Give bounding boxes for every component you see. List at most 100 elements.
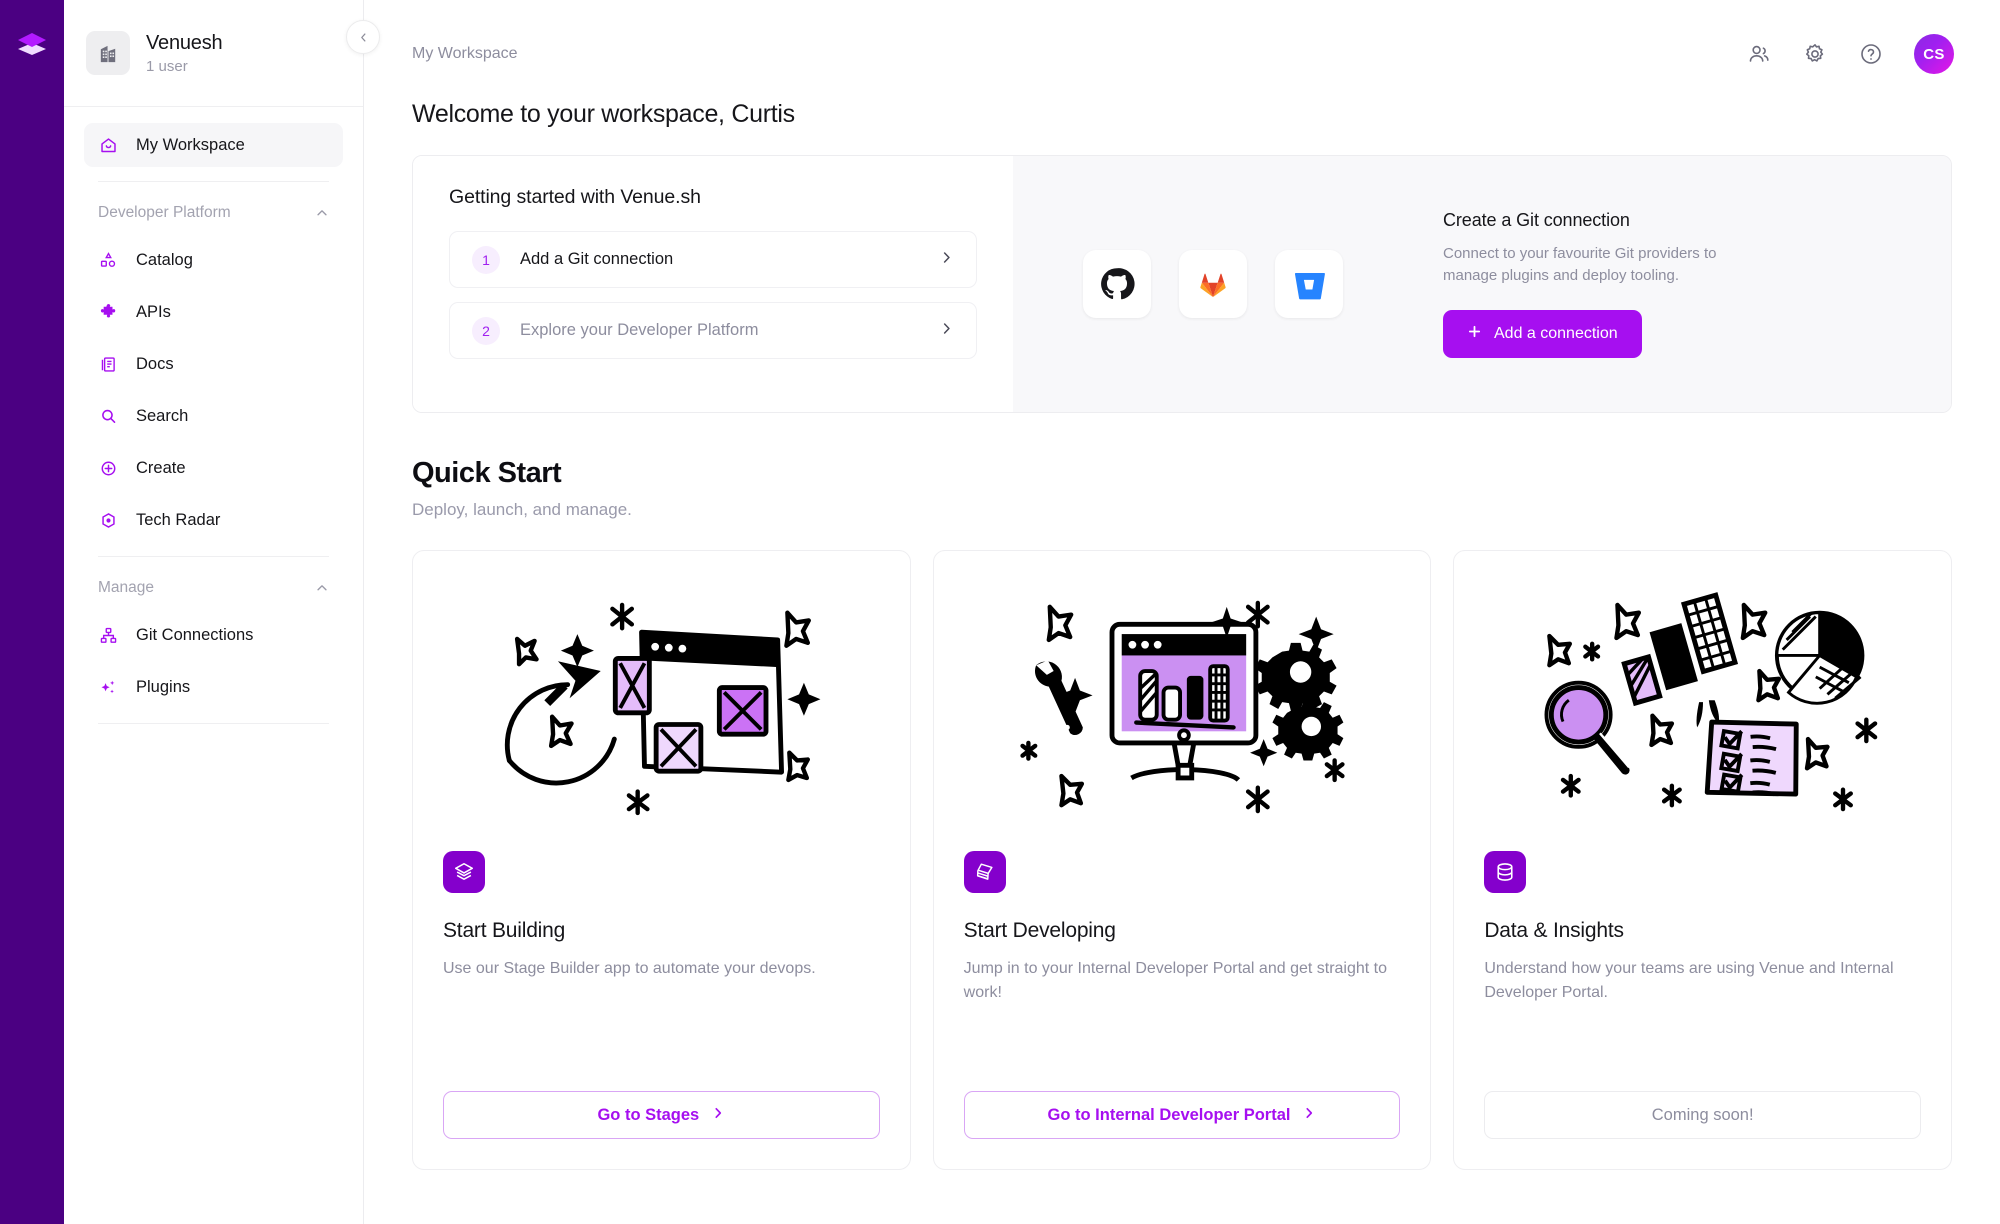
chevron-up-icon	[317, 585, 327, 591]
sparkles-plugins-icon	[98, 677, 118, 697]
quick-start-title: Quick Start	[412, 457, 562, 489]
nav-group-title: Manage	[98, 579, 155, 596]
chevron-right-icon	[939, 321, 954, 341]
sidebar-item-tech-radar[interactable]: Tech Radar	[84, 498, 343, 542]
card-body: Start Building Use our Stage Builder app…	[413, 851, 910, 1139]
card-body: Data & Insights Understand how your team…	[1454, 851, 1951, 1139]
nav-group-header[interactable]: Manage	[84, 571, 343, 605]
sidebar-item-label: Catalog	[136, 250, 193, 269]
coming-soon-button: Coming soon!	[1484, 1091, 1922, 1139]
browser-wireframe-illustration	[413, 551, 910, 851]
getting-started-panel: Getting started with Venue.sh 1 Add a Gi…	[412, 155, 1952, 413]
quick-start-card-start-developing: Start Developing Jump in to your Interna…	[932, 550, 1432, 1170]
app-root: Venuesh 1 user My Workspace Developer Pl…	[0, 0, 2000, 1224]
users-icon[interactable]	[1746, 41, 1772, 67]
nav-divider	[98, 556, 329, 557]
quick-start-card-start-building: Start Building Use our Stage Builder app…	[412, 550, 911, 1170]
git-connection-cta: Create a Git connection Connect to your …	[1443, 210, 1773, 359]
sidebar-item-create[interactable]: Create	[84, 446, 343, 490]
step-number: 2	[472, 316, 500, 345]
plus-icon	[1467, 324, 1482, 344]
git-connection-promo: Create a Git connection Connect to your …	[1013, 156, 1951, 412]
chevron-left-icon	[360, 32, 365, 42]
go-to-internal-developer-portal-button[interactable]: Go to Internal Developer Portal	[963, 1091, 1401, 1139]
help-circle-icon[interactable]	[1858, 41, 1884, 67]
sidebar-item-label: APIs	[136, 302, 171, 321]
github-logo-icon	[1083, 250, 1151, 318]
sidebar-nav: My Workspace Developer Platform Catalog …	[64, 107, 363, 724]
card-description: Use our Stage Builder app to automate yo…	[443, 960, 816, 977]
database-icon	[1484, 851, 1527, 893]
quick-start-header: Quick Start Deploy, launch, and manage.	[364, 413, 2000, 520]
breadcrumb[interactable]: My Workspace	[412, 45, 518, 63]
building-icon	[86, 31, 130, 75]
nav-divider	[98, 723, 329, 724]
nav-group-header[interactable]: Developer Platform	[84, 196, 343, 230]
gear-icon[interactable]	[1802, 41, 1828, 67]
sidebar-item-label: Create	[136, 458, 186, 477]
sidebar-item-git-connections[interactable]: Git Connections	[84, 613, 343, 657]
sidebar-item-label: Search	[136, 406, 189, 425]
step-label: Add a Git connection	[520, 250, 674, 268]
search-icon	[98, 406, 118, 426]
getting-started-step-2[interactable]: 2 Explore your Developer Platform	[449, 302, 977, 359]
card-description: Understand how your teams are using Venu…	[1484, 960, 1894, 1001]
quick-start-card-data-insights: Data & Insights Understand how your team…	[1453, 550, 1953, 1170]
quick-start-cards: Start Building Use our Stage Builder app…	[364, 520, 2000, 1170]
sidebar-item-catalog[interactable]: Catalog	[84, 238, 343, 282]
sidebar-item-label: My Workspace	[136, 135, 245, 154]
home-icon	[98, 135, 118, 155]
sidebar-item-apis[interactable]: APIs	[84, 290, 343, 334]
chevron-right-icon	[1302, 1106, 1316, 1125]
sidebar-item-plugins[interactable]: Plugins	[84, 665, 343, 709]
gitlab-logo-icon	[1179, 250, 1247, 318]
stacked-cards-icon	[963, 851, 1006, 893]
workspace-name: Venuesh	[146, 31, 223, 54]
bitbucket-logo-icon	[1275, 250, 1343, 318]
sidebar-item-docs[interactable]: Docs	[84, 342, 343, 386]
getting-started-step-1[interactable]: 1 Add a Git connection	[449, 231, 977, 288]
analytics-magnifier-illustration	[1454, 551, 1951, 851]
chevron-right-icon	[939, 250, 954, 270]
card-title: Data & Insights	[1484, 919, 1624, 942]
quick-start-subtitle: Deploy, launch, and manage.	[412, 500, 632, 519]
radar-target-icon	[98, 510, 118, 530]
card-body: Start Developing Jump in to your Interna…	[934, 851, 1431, 1139]
cta-title: Create a Git connection	[1443, 209, 1630, 230]
card-title: Start Building	[443, 919, 566, 942]
step-number: 1	[472, 245, 500, 274]
button-label: Coming soon!	[1651, 1105, 1754, 1124]
nav-group-manage: Manage Git Connections Plugins	[84, 571, 343, 709]
sidebar-item-search[interactable]: Search	[84, 394, 343, 438]
page-title: Welcome to your workspace, Curtis	[412, 100, 795, 128]
topbar: My Workspace CS	[364, 0, 2000, 78]
catalog-shapes-icon	[98, 250, 118, 270]
workspace-header[interactable]: Venuesh 1 user	[64, 0, 363, 107]
sidebar-item-label: Docs	[136, 354, 174, 373]
sidebar-item-label: Tech Radar	[136, 510, 221, 529]
button-label: Go to Stages	[597, 1105, 700, 1124]
workspace-user-count: 1 user	[146, 57, 188, 75]
step-label: Explore your Developer Platform	[520, 321, 759, 339]
avatar[interactable]: CS	[1914, 34, 1954, 74]
getting-started-steps: Getting started with Venue.sh 1 Add a Gi…	[413, 156, 1013, 412]
chevron-up-icon	[317, 210, 327, 216]
sidebar-collapse-button[interactable]	[346, 20, 380, 54]
topbar-actions: CS	[1746, 34, 1954, 74]
sidebar-item-label: Git Connections	[136, 625, 254, 644]
chevron-right-icon	[711, 1106, 725, 1125]
nav-divider	[98, 181, 329, 182]
card-title: Start Developing	[963, 919, 1116, 942]
go-to-stages-button[interactable]: Go to Stages	[443, 1091, 880, 1139]
main-content: My Workspace CS Welcome to your workspac…	[364, 0, 2000, 1224]
getting-started-title: Getting started with Venue.sh	[449, 186, 701, 208]
sidebar-item-my-workspace[interactable]: My Workspace	[84, 123, 343, 167]
button-label: Go to Internal Developer Portal	[1047, 1105, 1291, 1124]
layers-logo-icon[interactable]	[14, 26, 50, 62]
nav-group-developer-platform: Developer Platform Catalog APIs Docs Sea…	[84, 196, 343, 542]
provider-logos	[1083, 250, 1343, 318]
cta-description: Connect to your favourite Git providers …	[1443, 244, 1717, 284]
layers-icon	[443, 851, 485, 893]
sidebar-item-label: Plugins	[136, 677, 191, 696]
add-connection-button[interactable]: Add a connection	[1443, 310, 1642, 359]
